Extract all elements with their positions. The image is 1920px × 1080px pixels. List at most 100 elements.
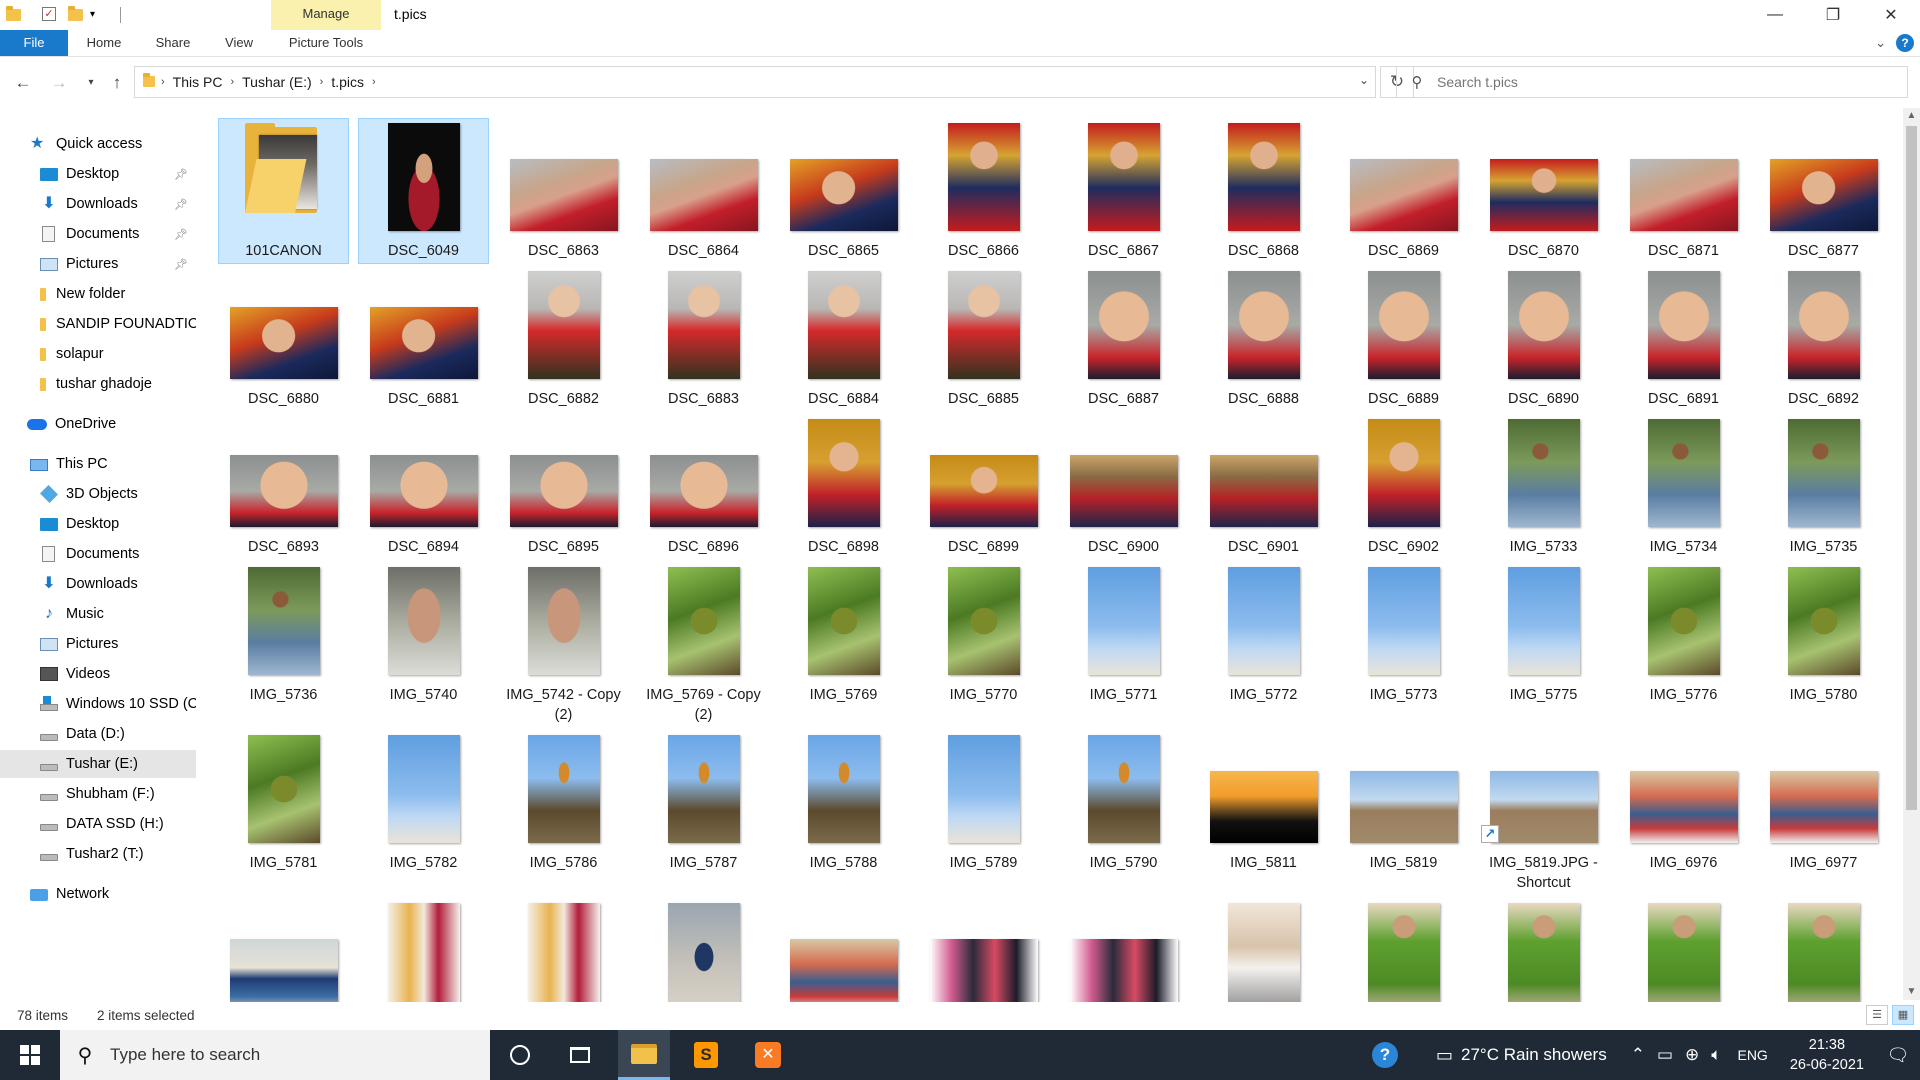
scroll-up-icon[interactable]: ▲ [1903,108,1920,124]
sidebar-item[interactable]: ★ Quick access [0,130,196,158]
sidebar-item[interactable]: Tushar2 (T:) [0,840,196,868]
file-item[interactable]: DSC_6901 [1198,414,1329,560]
start-button[interactable] [0,1030,60,1080]
file-item[interactable]: IMG_5781 [218,730,349,876]
tab-share[interactable]: Share [152,30,194,56]
file-item[interactable]: DSC_6871 [1618,118,1749,264]
file-item[interactable]: IMG_5769 - Copy (2) [638,562,769,723]
back-arrow-icon[interactable]: ← [10,70,36,96]
sidebar-item[interactable]: OneDrive [0,410,196,438]
tab-home[interactable]: Home [84,30,124,56]
file-item[interactable]: DSC_6869 [1338,118,1469,264]
file-item[interactable]: DSC_6888 [1198,266,1329,412]
file-item[interactable]: IMG_5769 [778,562,909,708]
file-item[interactable]: IMG_5770 [918,562,1049,708]
address-bar[interactable]: › This PC › Tushar (E:) › t.pics › ⌄ [134,66,1376,98]
sidebar-item[interactable]: Desktop [0,510,196,538]
network-globe-icon[interactable]: ⊕ [1679,1045,1705,1065]
file-item[interactable]: DSC_6893 [218,414,349,560]
restore-button[interactable]: ❐ [1804,0,1862,30]
breadcrumb-folder[interactable]: t.pics [325,74,370,90]
file-item[interactable]: DSC_6884 [778,266,909,412]
file-item[interactable]: DSC_6049 [358,118,489,264]
sidebar-item[interactable]: Data (D:) [0,720,196,748]
file-item[interactable] [218,898,349,1002]
breadcrumb-separator-icon[interactable]: › [159,76,167,88]
file-item[interactable]: IMG_5734 [1618,414,1749,560]
vertical-scrollbar[interactable]: ▲ ▼ [1903,108,1920,1000]
forward-arrow-icon[interactable]: → [46,70,72,96]
close-button[interactable]: ✕ [1862,0,1920,30]
file-item[interactable]: IMG_5811 [1198,730,1329,876]
sidebar-item[interactable]: Documents 📌︎ [0,220,196,248]
file-item[interactable]: DSC_6868 [1198,118,1329,264]
scroll-down-icon[interactable]: ▼ [1903,984,1920,1000]
sublime-text-taskbar-button[interactable] [680,1030,732,1080]
file-item[interactable]: DSC_6865 [778,118,909,264]
sidebar-item[interactable]: This PC [0,450,196,478]
file-item[interactable] [498,898,629,1002]
file-item[interactable]: ↗ IMG_5819.JPG - Shortcut [1478,730,1609,891]
expand-ribbon-icon[interactable]: ⌄ [1875,35,1886,51]
sidebar-item[interactable]: New folder [0,280,196,308]
sidebar-item[interactable]: 3D Objects [0,480,196,508]
clock[interactable]: 21:38 26-06-2021 [1778,1035,1876,1075]
sidebar-item[interactable]: Desktop 📌︎ [0,160,196,188]
file-item[interactable]: IMG_5780 [1758,562,1889,708]
file-item[interactable]: DSC_6896 [638,414,769,560]
get-help-icon[interactable]: ? [1372,1042,1398,1068]
taskbar-search[interactable]: ⚲ Type here to search [60,1030,490,1080]
file-item[interactable]: IMG_5786 [498,730,629,876]
manage-context-tab[interactable]: Manage [271,0,381,30]
tab-file[interactable]: File [0,30,68,56]
file-item[interactable]: DSC_6877 [1758,118,1889,264]
sidebar-item[interactable]: ♪ Music [0,600,196,628]
recent-locations-chevron-icon[interactable]: ▾ [78,70,104,96]
sidebar-item[interactable]: tushar ghadoje [0,370,196,398]
file-item[interactable]: IMG_6977 [1758,730,1889,876]
xampp-taskbar-button[interactable]: ✕ [742,1030,794,1080]
file-item[interactable]: DSC_6902 [1338,414,1469,560]
file-explorer-taskbar-button[interactable] [618,1030,670,1080]
file-item[interactable] [778,898,909,1002]
file-item[interactable]: IMG_5735 [1758,414,1889,560]
file-item[interactable]: IMG_5773 [1338,562,1469,708]
help-icon[interactable]: ? [1896,34,1914,52]
sidebar-item[interactable]: Videos [0,660,196,688]
file-item[interactable]: DSC_6887 [1058,266,1189,412]
show-hidden-icons-chevron-icon[interactable]: ⌃ [1625,1045,1651,1065]
sidebar-item[interactable]: Pictures 📌︎ [0,250,196,278]
file-item[interactable] [358,898,489,1002]
file-item[interactable]: DSC_6892 [1758,266,1889,412]
file-item[interactable] [1058,898,1189,1002]
task-view-button[interactable] [554,1030,606,1080]
file-item[interactable]: IMG_5776 [1618,562,1749,708]
cortana-button[interactable] [494,1030,546,1080]
file-item[interactable] [918,898,1049,1002]
file-item[interactable] [1478,898,1609,1002]
file-item[interactable]: DSC_6898 [778,414,909,560]
file-item[interactable]: DSC_6889 [1338,266,1469,412]
file-item[interactable]: DSC_6882 [498,266,629,412]
weather-widget[interactable]: ▭ 27°C Rain showers [1436,1045,1607,1066]
sidebar-item[interactable]: DATA SSD (H:) [0,810,196,838]
tab-view[interactable]: View [222,30,256,56]
minimize-button[interactable]: — [1746,0,1804,30]
file-item[interactable]: IMG_5772 [1198,562,1329,708]
search-box[interactable]: ⚲ [1396,66,1908,98]
file-item[interactable]: DSC_6894 [358,414,489,560]
sidebar-item[interactable]: Documents [0,540,196,568]
file-item[interactable]: IMG_5736 [218,562,349,708]
sidebar-item[interactable]: SANDIP FOUNADTIO [0,310,196,338]
search-input[interactable] [1437,74,1877,90]
input-language[interactable]: ENG [1727,1047,1777,1063]
file-item[interactable] [638,898,769,1002]
breadcrumb-drive[interactable]: Tushar (E:) [236,74,318,90]
file-item[interactable]: IMG_5789 [918,730,1049,876]
file-item[interactable]: DSC_6900 [1058,414,1189,560]
file-item[interactable]: IMG_5819 [1338,730,1469,876]
volume-icon[interactable]: 🔈︎ [1705,1045,1727,1065]
file-item[interactable]: DSC_6885 [918,266,1049,412]
sidebar-item[interactable]: Shubham (F:) [0,780,196,808]
file-item[interactable]: DSC_6880 [218,266,349,412]
